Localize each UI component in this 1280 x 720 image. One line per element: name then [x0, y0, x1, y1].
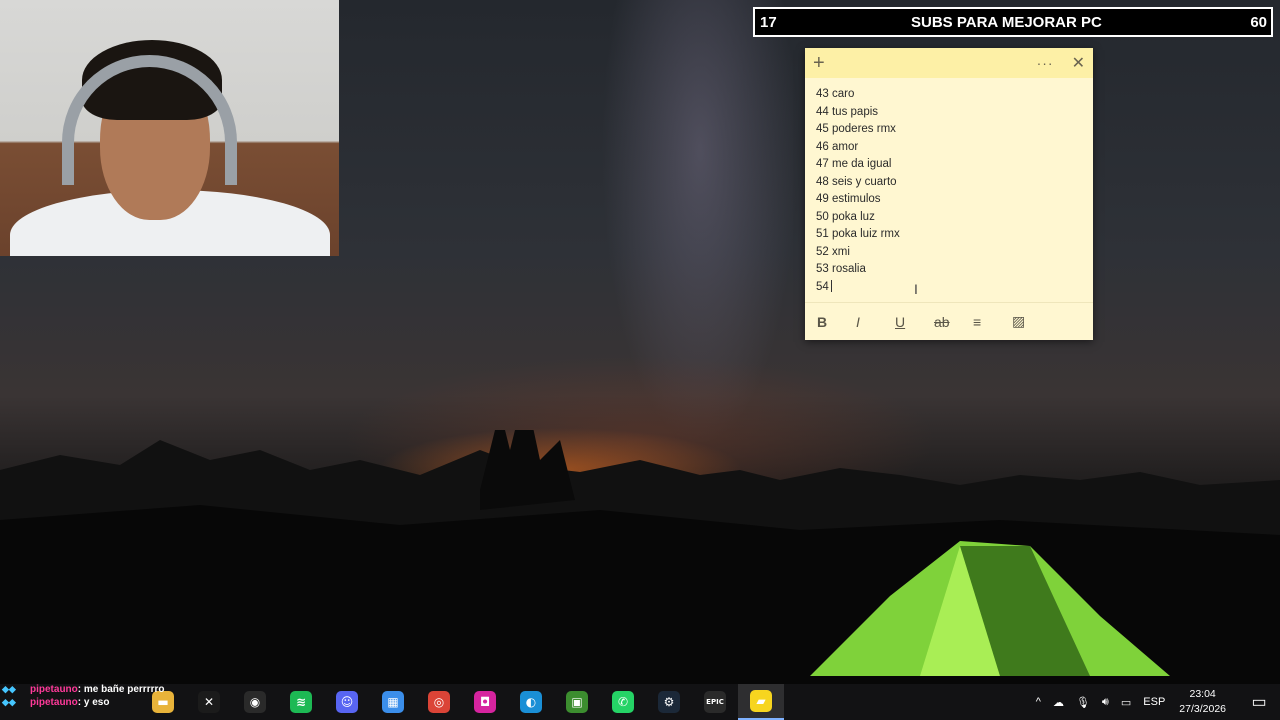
chat-username: pipetauno [30, 697, 78, 708]
italic-button[interactable]: I [856, 314, 895, 330]
capcut-icon: ✕ [198, 691, 220, 713]
subs-goal-label: SUBS PARA MEJORAR PC [911, 13, 1102, 31]
taskbar-store-button[interactable]: ▦ [370, 684, 416, 720]
microphone-icon[interactable]: 🎙︎ [1076, 696, 1090, 709]
taskbar-discord-button[interactable]: ☺ [324, 684, 370, 720]
sticky-note-titlebar[interactable]: + ··· ✕ [805, 48, 1093, 78]
taskbar-obs-button[interactable]: ◉ [232, 684, 278, 720]
windows-taskbar: ▬ ✕ ◉ ≋ ☺ ▦ ◎ ◘ ◐ ▣ ✆ ⚙ EPIC ▰ ^ ☁ 🎙︎ 🔊︎ ▭ ESP 23:04 … [0, 684, 1280, 720]
note-line-text: 54 [816, 280, 829, 293]
note-line-current: 54 [816, 279, 1082, 297]
taskbar-chrome-button[interactable]: ◎ [416, 684, 462, 720]
discord-icon: ☺ [336, 691, 358, 713]
taskbar-epic-games-button[interactable]: EPIC [692, 684, 738, 720]
note-line: 45 poderes rmx [816, 123, 896, 135]
chat-message: ◆◆ pipetauno: y eso [2, 696, 164, 709]
volume-icon[interactable]: 🔊︎ [1102, 696, 1109, 709]
chat-text: : y eso [77, 697, 110, 708]
taskbar-instagram-button[interactable]: ◘ [462, 684, 508, 720]
note-line: 51 poka luiz rmx [816, 228, 900, 240]
note-line: 52 xmi [816, 245, 850, 258]
close-button[interactable]: ✕ [1072, 53, 1085, 73]
taskbar-spotify-button[interactable]: ≋ [278, 684, 324, 720]
underline-button[interactable]: U [895, 314, 934, 330]
note-line: 53 rosalia [816, 263, 866, 275]
network-icon[interactable]: ▭ [1121, 696, 1131, 709]
strikethrough-button[interactable]: ab [934, 314, 973, 330]
language-indicator[interactable]: ESP [1143, 696, 1165, 708]
chat-message: ◆◆ pipetauno: me bañe perrrrro [2, 683, 164, 696]
note-line: 46 amor [816, 140, 859, 153]
instagram-icon: ◘ [474, 691, 496, 713]
clock-date: 27/3/2026 [1179, 703, 1226, 715]
subs-current: 17 [760, 13, 777, 31]
note-line: 44 tus papis [816, 105, 879, 118]
sticky-notes-icon: ▰ [750, 690, 772, 712]
subs-goal-bar: 17 SUBS PARA MEJORAR PC 60 [753, 7, 1273, 37]
sticky-note-window: + ··· ✕ 43 caro 44 tus papis 45 poderes … [805, 48, 1093, 340]
clock-time: 23:04 [1189, 688, 1216, 700]
clock[interactable]: 23:04 27/3/2026 [1179, 687, 1226, 717]
spotify-icon: ≋ [290, 691, 312, 713]
note-line: 48 seis y cuarto [816, 175, 897, 188]
steam-icon: ⚙ [658, 691, 680, 713]
note-editor[interactable]: 43 caro 44 tus papis 45 poderes rmx 46 a… [805, 78, 1093, 304]
mouse-ibeam-cursor: I [914, 281, 918, 297]
chat-badge-icon: ◆◆ [2, 697, 16, 707]
whatsapp-icon: ✆ [612, 691, 634, 713]
note-line: 50 poka luz [816, 210, 875, 223]
format-toolbar: B I U ab ≡ ▨ [805, 302, 1093, 340]
taskbar-capcut-button[interactable]: ✕ [186, 684, 232, 720]
taskbar-steam-button[interactable]: ⚙ [646, 684, 692, 720]
webcam-overlay [0, 0, 339, 256]
system-tray: ^ ☁ 🎙︎ 🔊︎ ▭ ESP 23:04 27/3/2026 ▭ [1030, 684, 1280, 720]
stream-chat-overlay: ◆◆ pipetauno: me bañe perrrrro ◆◆ pipetaun… [2, 683, 164, 709]
note-line: 49 estimulos [816, 193, 881, 205]
taskbar-whatsapp-button[interactable]: ✆ [600, 684, 646, 720]
add-image-button[interactable]: ▨ [1012, 313, 1051, 330]
subs-goal-target: 60 [1250, 13, 1267, 31]
minecraft-icon: ▣ [566, 691, 588, 713]
bullet-list-button[interactable]: ≡ [973, 314, 1012, 330]
chat-text: : me bañe perrrrro [77, 684, 165, 695]
chrome-icon: ◎ [428, 691, 450, 713]
notification-icon[interactable]: ▭ [1244, 692, 1274, 712]
epic-games-icon: EPIC [704, 691, 726, 713]
taskbar-edge-button[interactable]: ◐ [508, 684, 554, 720]
edge-icon: ◐ [520, 691, 542, 713]
note-line: 43 caro [816, 88, 855, 100]
tray-chevron-icon[interactable]: ^ [1036, 696, 1041, 708]
note-line: 47 me da igual [816, 158, 892, 170]
obs-icon: ◉ [244, 691, 266, 713]
tent-illustration [810, 541, 1170, 676]
chat-badge-icon: ◆◆ [2, 684, 16, 694]
more-options-button[interactable]: ··· [1037, 55, 1054, 71]
store-icon: ▦ [382, 691, 404, 713]
cloud-icon[interactable]: ☁ [1053, 696, 1064, 709]
taskbar-minecraft-button[interactable]: ▣ [554, 684, 600, 720]
taskbar-sticky-notes-button[interactable]: ▰ [738, 684, 784, 720]
taskbar-pinned-apps: ▬ ✕ ◉ ≋ ☺ ▦ ◎ ◘ ◐ ▣ ✆ ⚙ EPIC ▰ [140, 684, 784, 720]
chat-username: pipetauno [30, 684, 78, 695]
bold-button[interactable]: B [817, 314, 856, 330]
add-note-button[interactable]: + [813, 53, 833, 73]
text-caret [830, 280, 832, 293]
